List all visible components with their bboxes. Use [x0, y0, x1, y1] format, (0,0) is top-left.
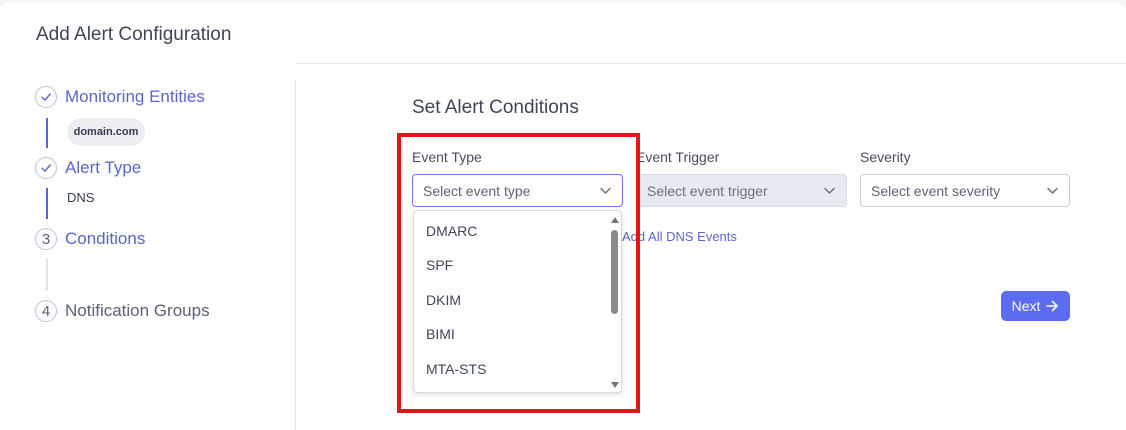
- event-type-label: Event Type: [412, 149, 482, 165]
- header-divider: [296, 63, 1126, 64]
- event-type-dropdown: DMARC SPF DKIM BIMI MTA-STS: [413, 210, 622, 393]
- step-notification-groups[interactable]: Notification Groups: [65, 301, 210, 321]
- next-button-label: Next: [1011, 298, 1041, 314]
- check-icon: [41, 164, 51, 172]
- event-trigger-placeholder: Select event trigger: [647, 182, 768, 199]
- dropdown-option-dmarc[interactable]: DMARC: [426, 223, 477, 239]
- dropdown-option-dkim[interactable]: DKIM: [426, 292, 461, 308]
- next-button[interactable]: Next: [1001, 291, 1070, 321]
- event-type-placeholder: Select event type: [423, 182, 531, 199]
- scroll-down-arrow-icon[interactable]: [611, 382, 619, 388]
- sidebar-divider: [295, 81, 296, 430]
- severity-placeholder: Select event severity: [871, 182, 1001, 199]
- step-connector: [46, 118, 48, 148]
- severity-select[interactable]: Select event severity: [860, 174, 1070, 207]
- domain-chip: domain.com: [67, 118, 145, 146]
- alert-type-value: DNS: [67, 190, 95, 205]
- check-icon: [41, 93, 51, 101]
- step-connector: [46, 188, 48, 219]
- severity-label: Severity: [860, 149, 911, 165]
- step-2-check-icon: [35, 157, 57, 179]
- scrollbar-thumb[interactable]: [611, 230, 618, 314]
- step-connector: [46, 259, 48, 291]
- step-monitoring-entities[interactable]: Monitoring Entities: [65, 87, 205, 107]
- event-trigger-select: Select event trigger: [636, 174, 847, 207]
- step-3-number: 3: [35, 228, 57, 250]
- section-title: Set Alert Conditions: [412, 97, 579, 118]
- chevron-down-icon: [600, 187, 611, 194]
- page-title: Add Alert Configuration: [36, 24, 232, 45]
- arrow-right-icon: [1046, 300, 1059, 312]
- step-alert-type[interactable]: Alert Type: [65, 158, 141, 178]
- event-trigger-label: Event Trigger: [636, 149, 720, 165]
- event-type-select[interactable]: Select event type: [412, 174, 623, 207]
- dropdown-option-bimi[interactable]: BIMI: [426, 326, 455, 342]
- add-all-dns-events-link[interactable]: Add All DNS Events: [622, 229, 737, 244]
- chevron-down-icon: [824, 187, 835, 194]
- chevron-down-icon: [1047, 187, 1058, 194]
- scroll-up-arrow-icon[interactable]: [611, 217, 619, 223]
- step-4-number: 4: [35, 300, 57, 322]
- dropdown-option-spf[interactable]: SPF: [426, 257, 453, 273]
- dropdown-option-mta-sts[interactable]: MTA-STS: [426, 361, 486, 377]
- step-conditions[interactable]: Conditions: [65, 229, 145, 249]
- step-1-check-icon: [35, 86, 57, 108]
